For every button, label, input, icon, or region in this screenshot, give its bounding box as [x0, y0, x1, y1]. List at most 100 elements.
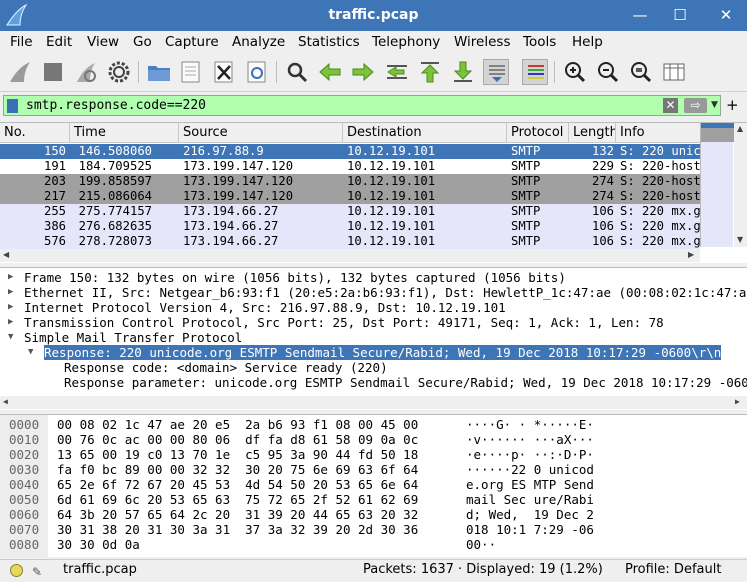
zoom-out-icon[interactable] [595, 59, 621, 85]
menu-wireless[interactable]: Wireless [454, 33, 511, 51]
resize-columns-icon[interactable] [661, 59, 687, 85]
packet-row[interactable]: 386 276.682635 173.194.66.27 10.12.19.101 SM… [0, 219, 700, 234]
stop-capture-icon[interactable] [40, 59, 66, 85]
menu-statistics[interactable]: Statistics [298, 33, 360, 51]
open-folder-icon[interactable] [146, 59, 172, 85]
packet-cell-len: 106 [591, 204, 614, 218]
hex-ascii: d; Wed, 19 Dec 2 [466, 507, 594, 522]
expert-info-led-icon[interactable] [10, 564, 23, 577]
apply-filter-button[interactable]: ⇨ [684, 98, 707, 113]
menu-capture[interactable]: Capture [165, 33, 219, 51]
packet-list-hscrollbar[interactable]: ◀ ▶ [0, 249, 700, 262]
clear-filter-icon[interactable]: ✕ [663, 98, 678, 113]
normal-size-icon[interactable] [628, 59, 654, 85]
packet-list-vscrollbar[interactable]: ▲ ▼ [734, 123, 747, 247]
edit-comment-icon[interactable]: ✎ [32, 562, 42, 582]
detail-tree-label: Response parameter: unicode.org ESMTP Se… [64, 375, 747, 390]
menu-file[interactable]: File [10, 33, 33, 51]
hex-row[interactable]: 0000 00 08 02 1c 47 ae 20 e5 2a b6 93 f1 … [0, 417, 747, 432]
go-first-packet-icon[interactable] [417, 59, 443, 85]
detail-tree-label: Internet Protocol Version 4, Src: 216.97… [24, 300, 506, 315]
hex-row[interactable]: 0050 6d 61 69 6c 20 53 65 63 75 72 65 2f … [0, 492, 747, 507]
hex-bytes: 00 76 0c ac 00 00 80 06 df fa d8 61 58 0… [57, 432, 419, 447]
bookmark-icon[interactable] [7, 99, 18, 113]
auto-scroll-icon[interactable] [483, 59, 509, 85]
detail-tree-item[interactable]: ▼ Simple Mail Transfer Protocol [0, 330, 747, 345]
column-length[interactable]: Length [569, 123, 616, 143]
hex-row[interactable]: 0060 64 3b 20 57 65 64 2c 20 31 39 20 44 … [0, 507, 747, 522]
hex-row[interactable]: 0020 13 65 00 19 c0 13 70 1e c5 95 3a 90 … [0, 447, 747, 462]
hex-row[interactable]: 0010 00 76 0c ac 00 00 80 06 df fa d8 61 … [0, 432, 747, 447]
menu-telephony[interactable]: Telephony [372, 33, 440, 51]
maximize-button[interactable]: ☐ [668, 4, 692, 26]
collapsed-arrow-icon[interactable]: ▶ [8, 315, 13, 330]
chevron-down-icon[interactable]: ▼ [711, 97, 721, 114]
save-file-icon[interactable] [178, 59, 204, 85]
status-packets: Packets: 1637 · Displayed: 19 (1.2%) [363, 562, 603, 577]
detail-tree-item[interactable]: Response code: <domain> Service ready (2… [0, 360, 747, 375]
display-filter-input[interactable] [26, 97, 646, 114]
detail-tree-label: Frame 150: 132 bytes on wire (1056 bits)… [24, 270, 566, 285]
hex-bytes: 30 30 0d 0a [57, 537, 140, 552]
packet-row[interactable]: 217 215.086064 173.199.147.120 10.12.19.101… [0, 189, 700, 204]
packet-bytes-pane: 0000 00 08 02 1c 47 ae 20 e5 2a b6 93 f1 … [0, 414, 747, 558]
menu-help[interactable]: Help [572, 33, 603, 51]
go-last-packet-icon[interactable] [450, 59, 476, 85]
packet-minimap[interactable] [700, 123, 734, 247]
column-no[interactable]: No. [0, 123, 70, 143]
status-profile[interactable]: Profile: Default [625, 560, 721, 580]
detail-tree-item[interactable]: Response parameter: unicode.org ESMTP Se… [0, 375, 747, 390]
hex-row[interactable]: 0030 fa f0 bc 89 00 00 32 32 30 20 75 6e … [0, 462, 747, 477]
menu-go[interactable]: Go [133, 33, 152, 51]
add-filter-button[interactable]: + [726, 95, 739, 115]
go-to-packet-icon[interactable] [384, 59, 410, 85]
reload-file-icon[interactable] [244, 59, 270, 85]
hex-offset: 0010 [9, 432, 40, 447]
detail-tree-item[interactable]: ▶ Transmission Control Protocol, Src Port… [0, 315, 747, 330]
minimize-button[interactable]: — [628, 4, 652, 26]
detail-tree-item[interactable]: ▶ Frame 150: 132 bytes on wire (1056 bits… [0, 270, 747, 285]
collapsed-arrow-icon[interactable]: ▶ [8, 300, 13, 315]
collapsed-arrow-icon[interactable]: ▶ [8, 270, 13, 285]
column-source[interactable]: Source [179, 123, 343, 143]
toolbar-separator [276, 61, 277, 83]
packet-row[interactable]: 255 275.774157 173.194.66.27 10.12.19.101 SM… [0, 204, 700, 219]
packet-cell-time: 146.508060 [78, 144, 152, 158]
hex-row[interactable]: 0080 30 30 0d 0a 00·· [0, 537, 747, 552]
expanded-arrow-icon[interactable]: ▼ [8, 330, 13, 345]
details-hscrollbar[interactable]: ◀ ▶ [0, 396, 747, 409]
column-destination[interactable]: Destination [343, 123, 507, 143]
detail-tree-item[interactable]: ▼ Response: 220 unicode.org ESMTP Sendmai… [0, 345, 747, 360]
find-packet-icon[interactable] [284, 59, 310, 85]
packet-cell-proto: SMTP [511, 144, 541, 158]
zoom-in-icon[interactable] [562, 59, 588, 85]
column-time[interactable]: Time [70, 123, 179, 143]
menu-analyze[interactable]: Analyze [232, 33, 285, 51]
restart-capture-icon[interactable] [73, 59, 99, 85]
packet-row[interactable]: 576 278.728073 173.194.66.27 10.12.19.101 SM… [0, 234, 700, 249]
start-capture-fin-icon[interactable] [7, 59, 33, 85]
detail-tree-item[interactable]: ▶ Internet Protocol Version 4, Src: 216.9… [0, 300, 747, 315]
column-info[interactable]: Info [616, 123, 700, 143]
packet-row[interactable]: 203 199.858597 173.199.147.120 10.12.19.101… [0, 174, 700, 189]
go-back-arrow-icon[interactable] [317, 59, 343, 85]
expanded-arrow-icon[interactable]: ▼ [28, 345, 33, 360]
menu-edit[interactable]: Edit [46, 33, 72, 51]
hex-row[interactable]: 0070 30 31 38 20 31 30 3a 31 37 3a 32 39 … [0, 522, 747, 537]
menu-view[interactable]: View [87, 33, 119, 51]
close-button[interactable]: ✕ [714, 4, 738, 26]
menu-tools[interactable]: Tools [523, 33, 556, 51]
packet-row[interactable]: 150 146.508060 216.97.88.9 10.12.19.101 SMTP… [0, 144, 700, 159]
collapsed-arrow-icon[interactable]: ▶ [8, 285, 13, 300]
colorize-icon[interactable] [522, 59, 548, 85]
packet-row[interactable]: 191 184.709525 173.199.147.120 10.12.19.101… [0, 159, 700, 174]
hex-bytes: fa f0 bc 89 00 00 32 32 30 20 75 6e 69 6… [57, 462, 419, 477]
close-file-icon[interactable] [211, 59, 237, 85]
packet-cell-no: 576 [43, 234, 66, 248]
column-protocol[interactable]: Protocol [507, 123, 569, 143]
go-forward-arrow-icon[interactable] [350, 59, 376, 85]
capture-options-gear-icon[interactable] [106, 59, 132, 85]
detail-tree-item[interactable]: ▶ Ethernet II, Src: Netgear_b6:93:f1 (20:… [0, 285, 747, 300]
hex-row[interactable]: 0040 65 2e 6f 72 67 20 45 53 4d 54 50 20 … [0, 477, 747, 492]
hex-bytes: 65 2e 6f 72 67 20 45 53 4d 54 50 20 53 6… [57, 477, 419, 492]
